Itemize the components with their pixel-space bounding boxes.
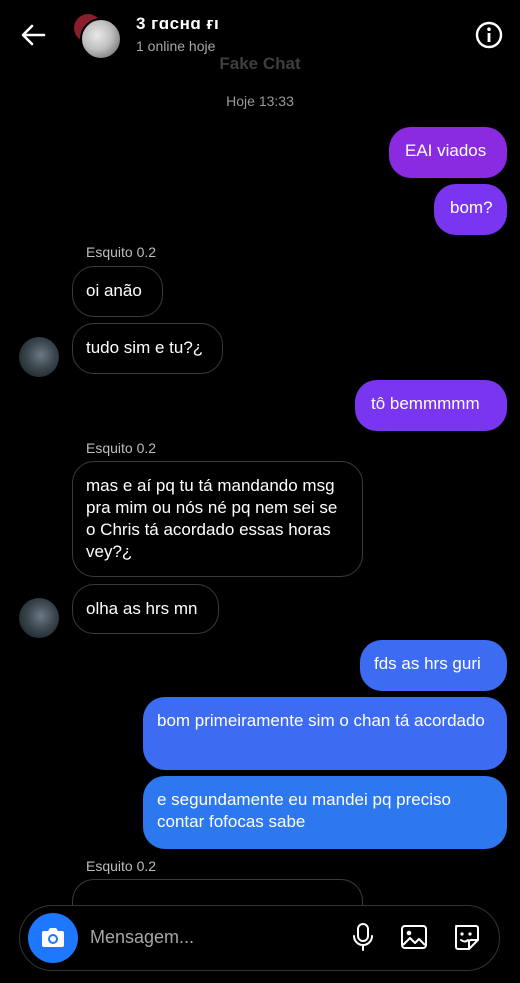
timestamp: Hoje 13:33 [226,93,294,109]
sticker-icon[interactable] [450,921,482,953]
microphone-icon[interactable] [347,921,379,953]
camera-button[interactable] [28,913,78,963]
watermark-text: Fake Chat [219,54,301,73]
sender-avatar[interactable] [19,337,59,377]
message-outgoing[interactable]: bom primeiramente sim o chan tá acordado [143,697,507,770]
sender-name: Esquito 0.2 [86,858,157,874]
arrow-left-icon[interactable] [18,20,48,50]
online-status: 1 online hoje [136,38,216,54]
sender-avatar[interactable] [19,598,59,638]
message-incoming[interactable]: oi anão [72,266,163,317]
message-outgoing[interactable]: bom? [434,184,507,235]
sender-name: Esquito 0.2 [86,244,157,260]
message-incoming[interactable]: mas e aí pq tu tá mandando msg pra mim o… [72,461,363,577]
chat-title[interactable]: 3 ᴦɑᴄʜɑ ғı [136,14,219,34]
message-outgoing[interactable]: tô bemmmmm [355,380,507,431]
info-icon[interactable] [474,20,504,50]
group-avatar[interactable] [74,14,122,60]
sender-name: Esquito 0.2 [86,440,157,456]
message-outgoing[interactable]: e segundamente eu mandei pq preciso cont… [143,776,507,849]
image-icon[interactable] [398,921,430,953]
message-incoming[interactable]: olha as hrs mn [72,584,219,634]
message-incoming[interactable]: tudo sim e tu?¿ [72,323,223,374]
message-composer[interactable]: Mensagem... [19,905,500,971]
message-outgoing[interactable]: fds as hrs guri [360,640,507,691]
message-input[interactable]: Mensagem... [90,927,194,948]
camera-icon [42,928,64,947]
message-outgoing[interactable]: EAI viados [389,127,507,178]
